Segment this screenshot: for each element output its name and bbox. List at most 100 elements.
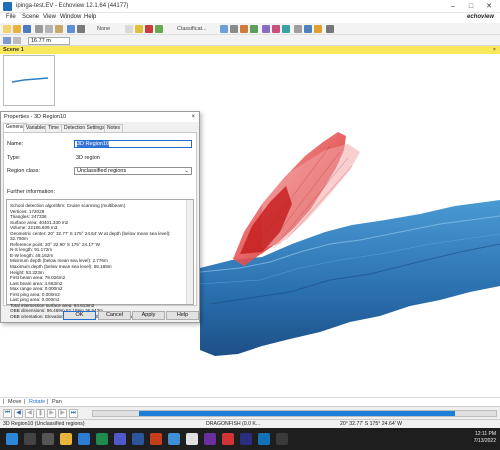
region-class-select[interactable]: Unclassified regions ⌄ (74, 167, 192, 175)
scene-overview-thumbnail[interactable] (3, 55, 55, 106)
menu-window[interactable]: Window (60, 14, 81, 20)
tool-icon-d[interactable] (250, 25, 258, 33)
apply-button[interactable]: Apply (132, 311, 165, 320)
taskbar-clock[interactable]: 12:11 PM 7/13/2022 (474, 431, 496, 445)
play-icon[interactable]: ▶ (47, 409, 56, 418)
new-file-icon[interactable] (3, 25, 11, 33)
playback-bar: ⏮ ◀ ◀ ❚ ▶ ▶ ⏭ (0, 406, 500, 419)
app-icon-purple[interactable] (204, 433, 216, 445)
undo-icon[interactable] (67, 25, 75, 33)
secondary-toolbar: 16.77 m (0, 35, 500, 46)
skip-to-end-icon[interactable]: ⏭ (69, 409, 78, 418)
excel-icon[interactable] (96, 433, 108, 445)
ok-button[interactable]: OK (63, 311, 96, 320)
tool-icon-j[interactable] (314, 25, 322, 33)
none-dropdown[interactable]: None (97, 26, 110, 32)
mode-separator-1: | (24, 399, 26, 405)
menu-file[interactable]: File (6, 14, 16, 20)
dialog-close-icon[interactable]: × (191, 114, 195, 120)
tool-icon-f[interactable] (272, 25, 280, 33)
tool-icon-c[interactable] (240, 25, 248, 33)
region-class-label: Region class: (7, 168, 41, 174)
paste-icon[interactable] (55, 25, 63, 33)
outlook-icon[interactable] (78, 433, 90, 445)
tab-detection-settings[interactable]: Detection Settings (61, 124, 108, 132)
window-titlebar: ipinga-test.EV - Echoview 12.1.64 (44177… (0, 0, 500, 13)
tab-notes[interactable]: Notes (104, 124, 124, 132)
cancel-button[interactable]: Cancel (98, 311, 131, 320)
pause-icon[interactable]: ❚ (36, 409, 45, 418)
tool-icon-a[interactable] (220, 25, 228, 33)
tool-icon-i[interactable] (304, 25, 312, 33)
zoom-icon[interactable] (13, 37, 21, 44)
skip-to-start-icon[interactable]: ⏮ (3, 409, 12, 418)
app-icon-navy[interactable] (240, 433, 252, 445)
file-explorer-icon[interactable] (60, 433, 72, 445)
scene-close-icon[interactable]: × (493, 47, 496, 53)
main-toolbar: None Classificat... (0, 23, 500, 35)
grid-icon[interactable] (125, 25, 133, 33)
menu-scene[interactable]: Scene (22, 14, 39, 20)
window-title: ipinga-test.EV - Echoview 12.1.64 (44177… (16, 3, 129, 9)
tool-icon-h[interactable] (294, 25, 302, 33)
menu-view[interactable]: View (43, 14, 56, 20)
seafloor-surface (200, 200, 500, 356)
acrobat-icon[interactable] (222, 433, 234, 445)
mode-rotate[interactable]: Rotate (29, 399, 45, 405)
close-icon[interactable]: ✕ (480, 2, 498, 11)
playback-progress-fill (139, 411, 455, 416)
tool-icon-g[interactable] (282, 25, 290, 33)
edge-icon[interactable] (168, 433, 180, 445)
mode-move[interactable]: Move (8, 399, 21, 405)
open-folder-icon[interactable] (13, 25, 21, 33)
echoview-logo: echoview (466, 14, 494, 20)
further-information-scrollbar[interactable] (186, 200, 193, 304)
help-button[interactable]: Help (166, 311, 199, 320)
region-green-icon[interactable] (155, 25, 163, 33)
mode-separator-2: | (47, 399, 49, 405)
tool-icon-e[interactable] (262, 25, 270, 33)
menu-help[interactable]: Help (84, 14, 96, 20)
scene-icon[interactable] (3, 37, 11, 44)
search-icon[interactable] (24, 433, 36, 445)
word-icon[interactable] (132, 433, 144, 445)
echoview-taskbar-icon[interactable] (258, 433, 270, 445)
rewind-icon[interactable]: ◀ (25, 409, 34, 418)
region-icon[interactable] (135, 25, 143, 33)
pointer-icon[interactable] (77, 25, 85, 33)
chrome-icon[interactable] (186, 433, 198, 445)
region-red-icon[interactable] (145, 25, 153, 33)
name-field[interactable]: 3D Region10 (74, 140, 192, 148)
maximize-icon[interactable]: □ (462, 2, 480, 11)
chevron-down-icon: ⌄ (184, 168, 189, 174)
tool-icon-k[interactable] (326, 25, 334, 33)
playback-progress-track[interactable] (92, 410, 497, 417)
powerpoint-icon[interactable] (150, 433, 162, 445)
mode-pan[interactable]: Pan (52, 399, 62, 405)
copy-icon[interactable] (45, 25, 53, 33)
dialog-titlebar: Properties - 3D Region10 × (1, 112, 199, 122)
classification-dropdown[interactable]: Classificat... (177, 26, 207, 32)
minimize-icon[interactable]: – (444, 2, 462, 11)
windows-start-icon[interactable] (6, 433, 18, 445)
task-view-icon[interactable] (42, 433, 54, 445)
properties-dialog: Properties - 3D Region10 × General Varia… (0, 111, 200, 323)
save-icon[interactable] (23, 25, 31, 33)
tab-time[interactable]: Time (45, 124, 62, 132)
cut-icon[interactable] (35, 25, 43, 33)
coordinate-input[interactable]: 16.77 m (28, 37, 70, 45)
region-class-value: Unclassified regions (77, 168, 127, 174)
further-information-box[interactable]: School detection algorithm: Cruise scann… (6, 199, 194, 319)
mode-separator-left: | (3, 399, 5, 405)
windows-taskbar: 12:11 PM 7/13/2022 (0, 428, 500, 450)
teams-icon[interactable] (114, 433, 126, 445)
app-icon-gray[interactable] (276, 433, 288, 445)
status-variable: DRAGONFISH (0.0 K... (206, 421, 261, 427)
step-back-icon[interactable]: ◀ (14, 409, 23, 418)
name-field-value: 3D Region10 (77, 141, 110, 147)
fast-forward-icon[interactable]: ▶ (58, 409, 67, 418)
tool-icon-b[interactable] (230, 25, 238, 33)
clock-date: 7/13/2022 (473, 438, 496, 444)
info-line: Geometric center: 20° 32.77' S 175° 24.6… (10, 230, 171, 236)
scene-header: Scene 1 × (0, 46, 500, 54)
